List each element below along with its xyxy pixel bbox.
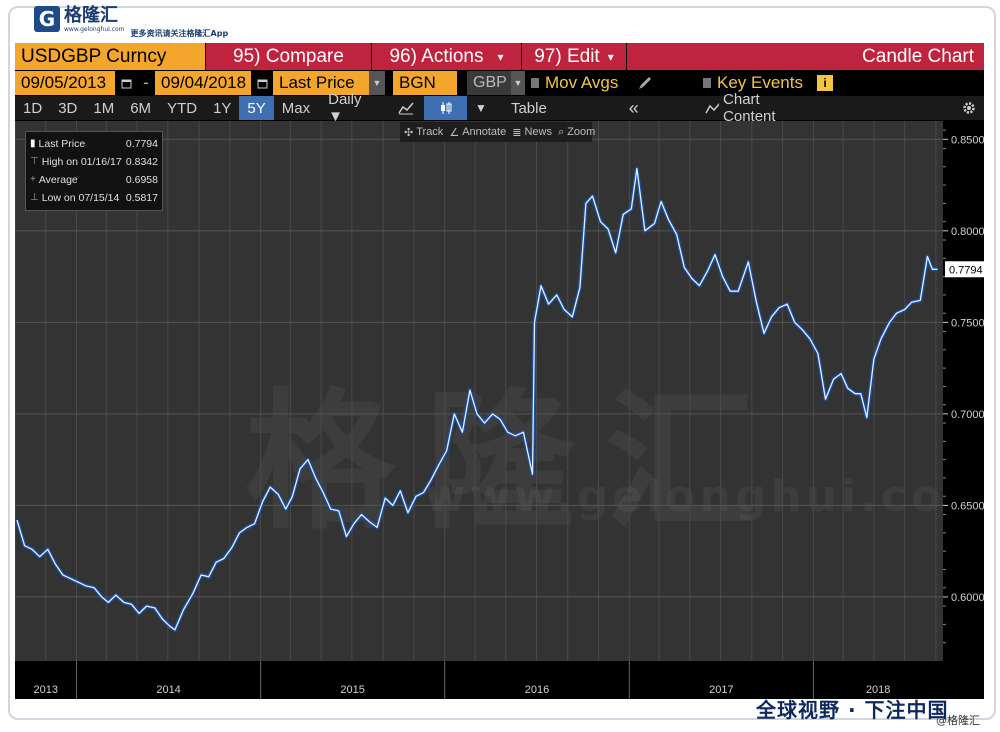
security-ticker-input[interactable]: USDGBP Curncy <box>15 43 205 70</box>
legend-marker-icon: ⊥ <box>30 192 39 203</box>
legend-row: ⊤ High on 01/16/17 0.8342 <box>30 153 158 171</box>
legend-label: Last Price <box>38 138 86 150</box>
legend-value: 0.7794 <box>125 138 158 150</box>
start-date-input[interactable]: 09/05/2013 <box>15 71 115 95</box>
end-date-input[interactable]: 09/04/2018 <box>155 71 251 95</box>
chart-content-icon <box>705 102 720 114</box>
legend-row: + Average 0.6958 <box>30 171 158 189</box>
edit-label: 97) Edit <box>534 45 600 67</box>
info-icon[interactable]: i <box>817 75 833 91</box>
x-tick-label: 2015 <box>340 684 364 696</box>
actions-menu[interactable]: 96) Actions ▾ <box>371 43 521 70</box>
x-tick-label: 2016 <box>525 684 549 696</box>
legend-label: Average <box>38 174 78 186</box>
footer-handle: @格隆汇 <box>936 714 980 727</box>
zoom-icon: ⌕ <box>557 125 565 138</box>
y-tick-label: 0.6500 <box>951 500 984 512</box>
chart-content-button[interactable]: Chart Content <box>697 91 814 125</box>
price-line <box>16 167 938 631</box>
y-tick-label: 0.8000 <box>951 226 984 238</box>
period-button-5y[interactable]: 5Y <box>239 96 274 120</box>
brand-logo: G 格隆汇 www.gelonghui.com 更多资讯请关注格隆汇App <box>34 6 228 40</box>
legend-label: High on 01/16/17 <box>41 156 122 168</box>
legend-marker-icon: ▮ <box>30 138 36 149</box>
end-calendar-icon[interactable] <box>251 71 273 95</box>
start-calendar-icon[interactable] <box>115 71 137 95</box>
header-bar: USDGBP Curncy 95) Compare 96) Actions ▾ … <box>15 43 984 70</box>
line-chart-icon[interactable] <box>387 96 424 120</box>
brand-tagline: 更多资讯请关注格隆汇App <box>130 29 229 38</box>
x-tick-label: 2014 <box>156 684 180 696</box>
legend-value: 0.5817 <box>125 192 158 204</box>
period-button-6m[interactable]: 6M <box>122 96 159 120</box>
price-line-shadow <box>15 166 938 632</box>
key-events-label: Key Events <box>717 73 803 92</box>
source-input[interactable]: BGN <box>393 71 457 95</box>
period-button-1y[interactable]: 1Y <box>205 96 239 120</box>
news-button[interactable]: ≣ News <box>512 126 552 139</box>
bottom-strip <box>15 699 751 716</box>
brand-name: 格隆汇 <box>64 5 118 26</box>
legend-marker-icon: ⊤ <box>30 156 39 167</box>
legend-row: ⊥ Low on 07/15/14 0.5817 <box>30 189 158 207</box>
table-button[interactable]: Table <box>503 96 555 120</box>
actions-dropdown-icon: ▾ <box>497 49 504 64</box>
chart-area[interactable]: 格隆汇 www.gelonghui.com 0.6000 0.6500 0.7000… <box>15 121 984 699</box>
date-range-dash: - <box>143 73 149 92</box>
period-button-ytd[interactable]: YTD <box>159 96 205 120</box>
x-tick-label: 2017 <box>709 684 733 696</box>
collapse-button[interactable]: « <box>621 96 647 120</box>
y-tick-label: 0.7000 <box>951 409 984 421</box>
brand-logo-mark: G <box>34 6 60 32</box>
brand-url: www.gelonghui.com <box>64 26 125 33</box>
period-buttons: 1D 3D 1M 6M YTD 1Y 5Y Max <box>15 96 318 120</box>
legend-marker-icon: + <box>30 174 36 185</box>
y-tick-label: 0.6000 <box>951 592 984 604</box>
period-button-1d[interactable]: 1D <box>15 96 50 120</box>
chart-type-title: Candle Chart <box>626 43 984 70</box>
footer-slogan: 全球视野 · 下注中国 <box>756 698 949 722</box>
bloomberg-terminal-window: USDGBP Curncy 95) Compare 96) Actions ▾ … <box>15 43 984 699</box>
track-icon: ✣ <box>404 126 414 139</box>
compare-button[interactable]: 95) Compare <box>205 43 371 70</box>
y-tick-label: 0.8500 <box>951 134 984 146</box>
legend-value: 0.6958 <box>125 174 158 186</box>
mov-avgs-label: Mov Avgs <box>545 73 619 92</box>
currency-select[interactable]: GBP <box>467 71 511 95</box>
actions-label: 96) Actions <box>389 45 484 67</box>
period-button-3d[interactable]: 3D <box>50 96 85 120</box>
key-events-checkbox-icon <box>703 78 711 88</box>
legend-label: Low on 07/15/14 <box>41 192 120 204</box>
legend-row: ▮ Last Price 0.7794 <box>30 135 158 153</box>
chart-toolbar: ✣ Track ∠ Annotate ≣ News ⌕ Zoom <box>400 122 595 142</box>
track-button[interactable]: ✣ Track <box>404 126 443 139</box>
pencil-icon[interactable] <box>625 71 665 95</box>
zoom-button[interactable]: ⌕ Zoom <box>558 126 595 139</box>
news-icon: ≣ <box>512 126 522 139</box>
edit-dropdown-icon: ▾ <box>607 49 614 64</box>
period-button-1m[interactable]: 1M <box>85 96 122 120</box>
mov-avgs-toggle[interactable]: Mov Avgs <box>525 71 625 95</box>
legend-value: 0.8342 <box>125 156 158 168</box>
controls-bar: 09/05/2013 - 09/04/2018 Last Price ▼ BGN… <box>15 71 984 95</box>
x-tick-label: 2013 <box>34 684 58 696</box>
edit-menu[interactable]: 97) Edit ▾ <box>521 43 626 70</box>
currency-dropdown-icon[interactable]: ▼ <box>511 71 525 95</box>
y-tick-label: 0.7500 <box>951 317 984 329</box>
last-price-tag-label: 0.7794 <box>949 264 983 276</box>
frequency-select[interactable]: Daily ▼ <box>320 91 383 125</box>
chart-style-dropdown-icon[interactable]: ▼ <box>467 96 495 120</box>
mov-avgs-checkbox-icon <box>531 78 539 88</box>
candle-chart-icon[interactable] <box>424 96 468 120</box>
annotate-icon: ∠ <box>449 126 460 139</box>
period-button-max[interactable]: Max <box>274 96 318 120</box>
legend-box: ▮ Last Price 0.7794 ⊤ High on 01/16/17 0.8342… <box>25 131 163 211</box>
settings-gear-icon[interactable] <box>954 96 984 120</box>
chart-content-label: Chart Content <box>723 91 776 125</box>
period-toolbar: 1D 3D 1M 6M YTD 1Y 5Y Max Daily ▼ ▼ Table « Cha… <box>15 91 984 125</box>
annotate-button[interactable]: ∠ Annotate <box>449 126 506 139</box>
